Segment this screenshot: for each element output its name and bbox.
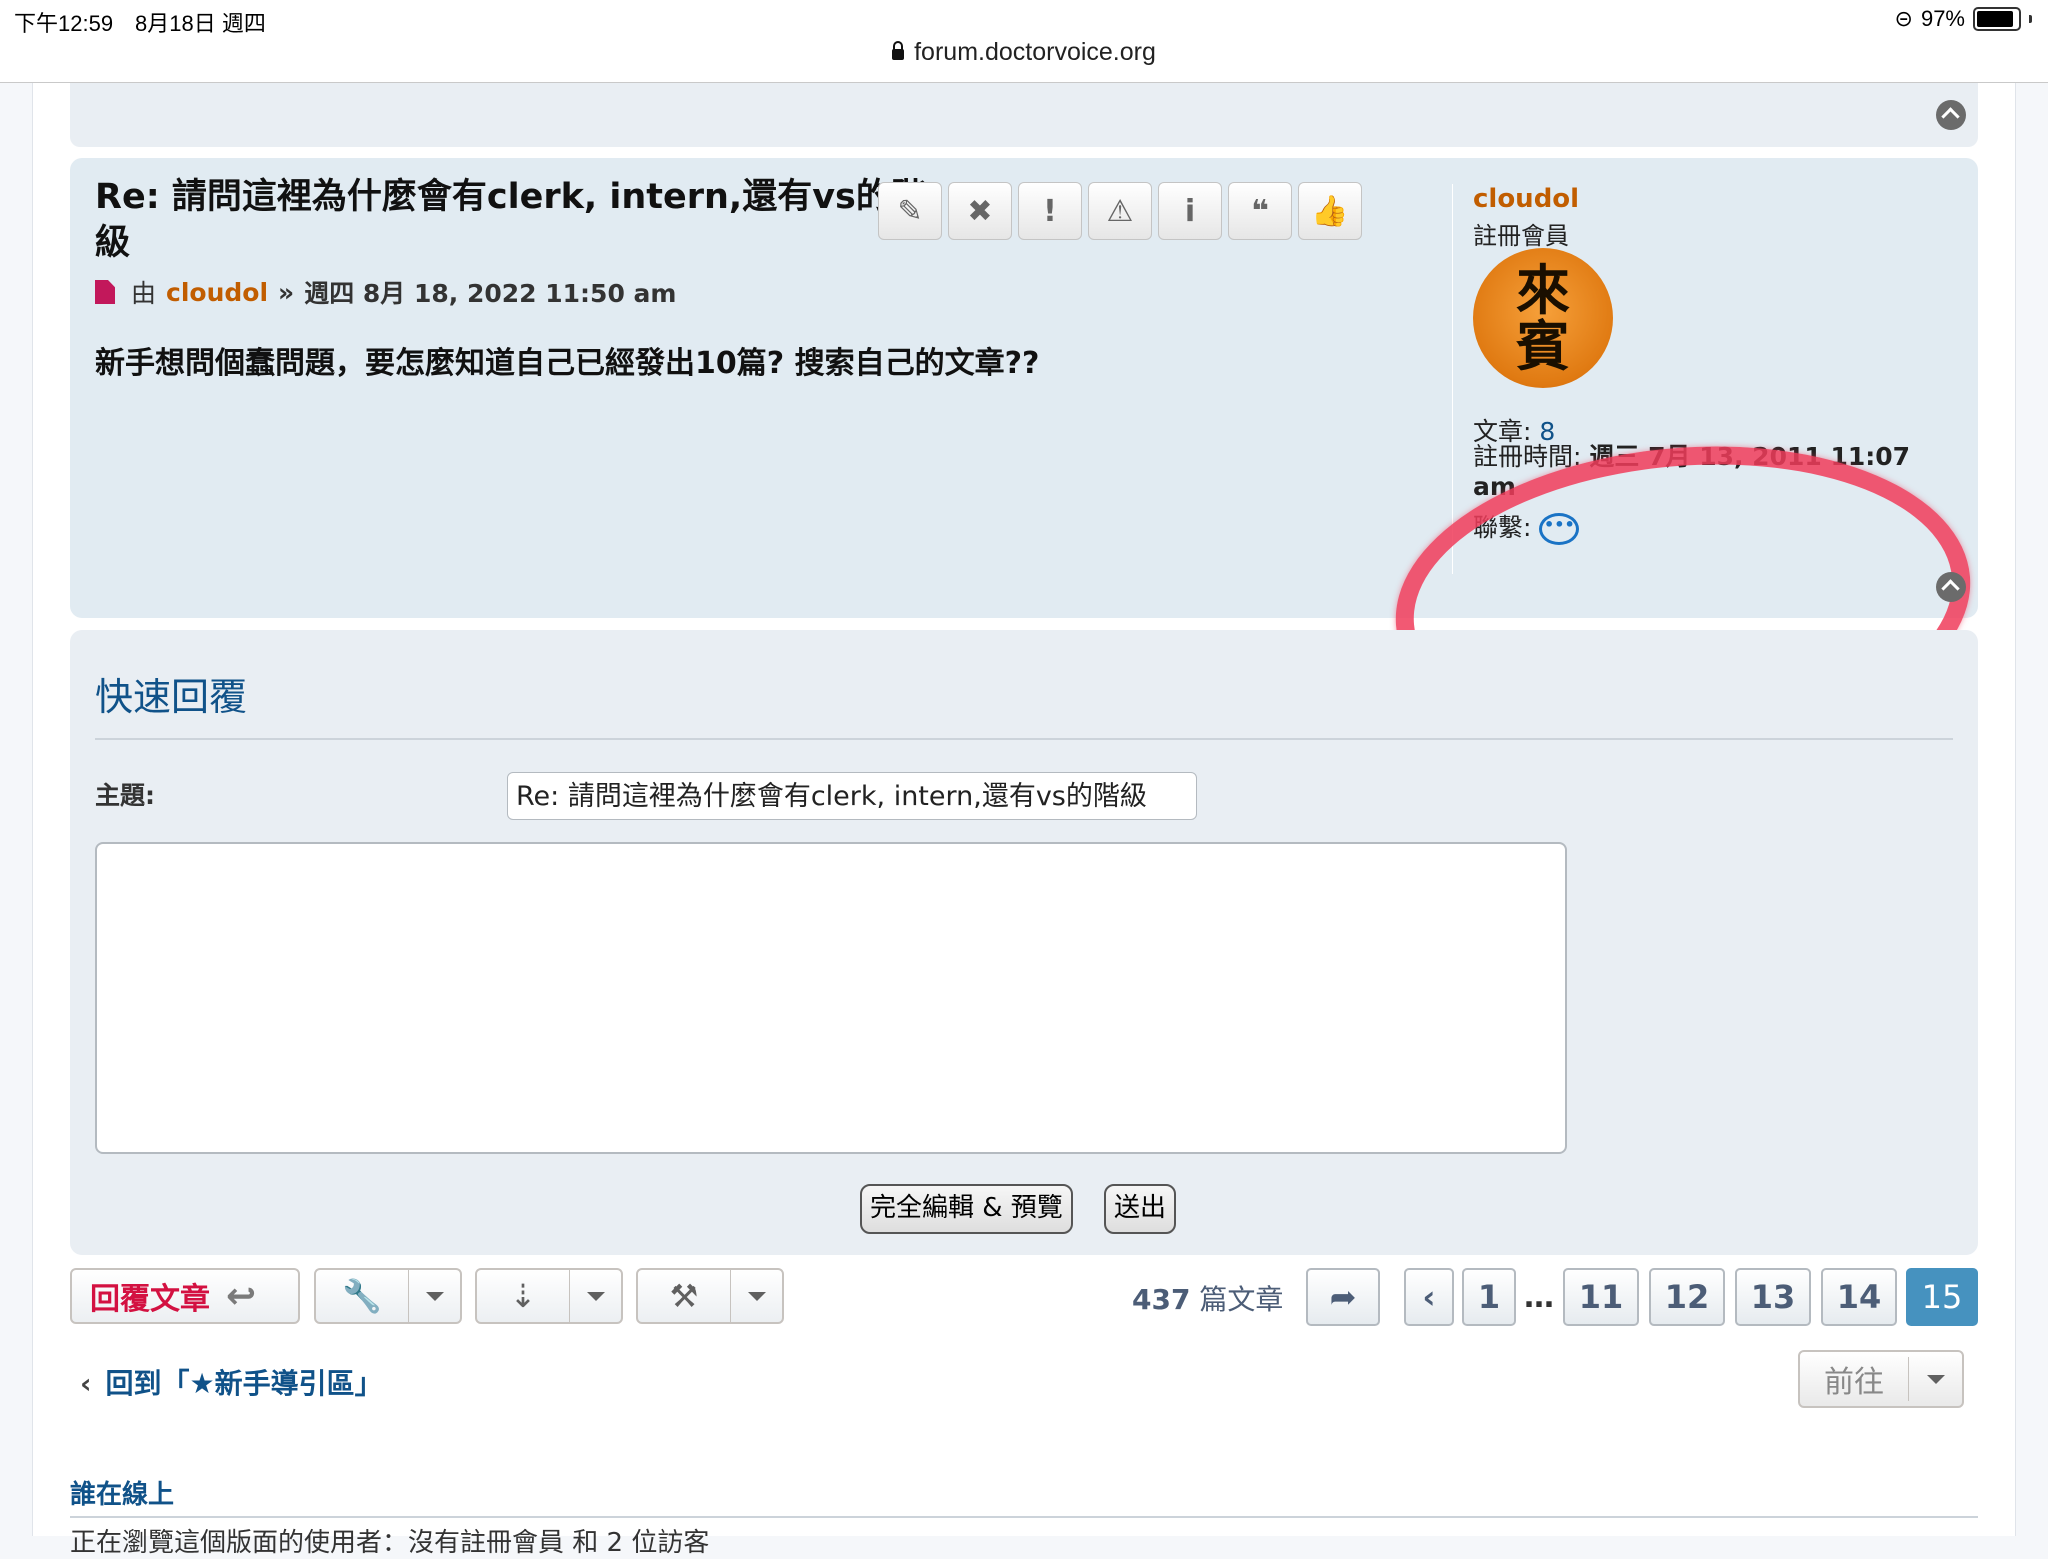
- post-body: 新手想問個蠢問題，要怎麼知道自己已經發出10篇? 搜索自己的文章??: [95, 346, 1040, 381]
- divider: [70, 1516, 1978, 1518]
- status-bar: 下午12:59 8月18日 週四 ⊝ 97% forum.doctorvoice…: [0, 0, 2048, 83]
- page-12[interactable]: 12: [1649, 1268, 1725, 1326]
- avatar[interactable]: 來 賓: [1473, 248, 1613, 388]
- previous-post: [70, 83, 1978, 147]
- post-file-icon[interactable]: [95, 280, 115, 304]
- quick-reply: 快速回覆 主題: Re: 請問這裡為什麼會有clerk, intern,還有vs…: [70, 630, 1978, 1255]
- battery-percent: 97%: [1920, 6, 1965, 31]
- profile-name[interactable]: cloudol: [1473, 184, 1579, 214]
- subject-label: 主題:: [95, 781, 155, 810]
- reply-button[interactable]: 回覆文章 ↩: [70, 1268, 300, 1324]
- quick-reply-title: 快速回覆: [95, 675, 248, 719]
- post-by: 由: [131, 279, 157, 308]
- reply-arrow-icon: ↩: [226, 1275, 257, 1317]
- jump-to-label: 前往: [1800, 1357, 1909, 1401]
- report-icon[interactable]: !: [1018, 182, 1082, 240]
- page-11[interactable]: 11: [1563, 1268, 1639, 1326]
- post: Re: 請問這裡為什麼會有clerk, intern,還有vs的階級 ✎ ✖ !…: [70, 158, 1984, 779]
- profile-joined-label: 註冊時間:: [1473, 442, 1582, 471]
- page-15-current[interactable]: 15: [1906, 1268, 1978, 1326]
- chevron-down-icon: [1909, 1374, 1962, 1384]
- gavel-icon: ⚒: [638, 1270, 731, 1322]
- post-count-suffix: 篇文章: [1199, 1283, 1284, 1316]
- link-icon: ⊝: [1894, 6, 1913, 31]
- delete-icon[interactable]: ✖: [948, 182, 1012, 240]
- address-bar[interactable]: forum.doctorvoice.org: [0, 38, 2048, 67]
- back-label: 回到「★新手導引區」: [105, 1367, 383, 1400]
- url-text: forum.doctorvoice.org: [914, 38, 1156, 66]
- jump-to-page-icon[interactable]: ➦: [1306, 1268, 1380, 1326]
- submit-button[interactable]: 送出: [1104, 1184, 1177, 1234]
- battery-icon: [1973, 7, 2021, 31]
- pagination-ellipsis: …: [1524, 1280, 1554, 1315]
- info-icon[interactable]: i: [1158, 182, 1222, 240]
- post-title[interactable]: Re: 請問這裡為什麼會有clerk, intern,還有vs的階級: [95, 174, 945, 266]
- full-editor-button[interactable]: 完全編輯 & 預覽: [860, 1184, 1073, 1234]
- avatar-char-2: 賓: [1516, 314, 1570, 378]
- post-sep: »: [278, 277, 295, 307]
- like-icon[interactable]: 👍: [1298, 182, 1362, 240]
- previous-page-icon[interactable]: ‹: [1404, 1268, 1454, 1326]
- status-time: 下午12:59 8月18日 週四: [14, 11, 266, 36]
- back-to-forum-link[interactable]: ‹ 回到「★新手導引區」: [80, 1362, 383, 1402]
- post-author[interactable]: cloudol: [166, 278, 268, 307]
- battery-tip: [2029, 15, 2032, 23]
- who-is-online-text: 正在瀏覽這個版面的使用者：沒有註冊會員 和 2 位訪客: [70, 1528, 710, 1558]
- status-right: ⊝ 97%: [1895, 6, 2032, 32]
- post-actions: ✎ ✖ ! ⚠ i ❝ 👍: [878, 182, 1362, 240]
- post-count: 437 篇文章: [1132, 1278, 1283, 1318]
- reply-label: 回覆文章: [90, 1282, 210, 1317]
- divider: [95, 738, 1953, 740]
- quote-icon[interactable]: ❝: [1228, 182, 1292, 240]
- lock-icon: [892, 41, 905, 60]
- avatar-char-1: 來: [1516, 258, 1570, 322]
- who-is-online-title[interactable]: 誰在線上: [70, 1474, 174, 1511]
- back-to-top-icon[interactable]: [1936, 100, 1966, 130]
- chevron-left-icon: ‹: [80, 1367, 92, 1400]
- page-14[interactable]: 14: [1821, 1268, 1897, 1326]
- subject-input[interactable]: Re: 請問這裡為什麼會有clerk, intern,還有vs的階級: [507, 772, 1197, 820]
- topic-tools-dropdown[interactable]: 🔧: [314, 1268, 462, 1324]
- post-count-value: 437: [1132, 1283, 1191, 1316]
- sort-dropdown[interactable]: ⇣: [475, 1268, 623, 1324]
- chevron-down-icon: [731, 1291, 782, 1301]
- sort-icon: ⇣: [477, 1270, 570, 1322]
- warn-icon[interactable]: ⚠: [1088, 182, 1152, 240]
- profile-rank: 註冊會員: [1473, 222, 1569, 250]
- post-date: 週四 8月 18, 2022 11:50 am: [304, 279, 677, 308]
- moderator-tools-dropdown[interactable]: ⚒: [636, 1268, 784, 1324]
- chevron-down-icon: [409, 1291, 460, 1301]
- post-meta: 由 cloudol » 週四 8月 18, 2022 11:50 am: [95, 274, 676, 310]
- message-textarea[interactable]: [95, 842, 1567, 1154]
- page-13[interactable]: 13: [1735, 1268, 1811, 1326]
- back-to-top-icon[interactable]: [1936, 572, 1966, 602]
- wrench-icon: 🔧: [316, 1270, 409, 1322]
- edit-icon[interactable]: ✎: [878, 182, 942, 240]
- chevron-down-icon: [570, 1291, 621, 1301]
- jump-to-dropdown[interactable]: 前往: [1798, 1350, 1964, 1408]
- page-1[interactable]: 1: [1462, 1268, 1516, 1326]
